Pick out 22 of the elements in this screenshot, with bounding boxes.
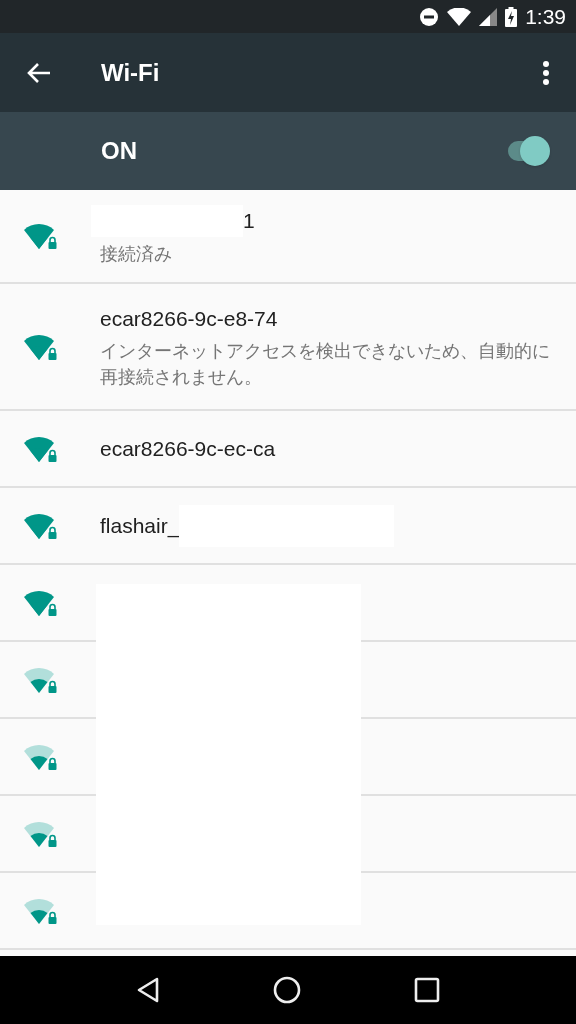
cell-signal-icon xyxy=(479,7,498,26)
back-arrow-icon xyxy=(26,60,52,85)
screen-title: Wi-Fi xyxy=(101,57,161,88)
home-circle-icon xyxy=(273,976,301,1004)
switch-label: ON xyxy=(101,136,138,166)
recents-square-icon xyxy=(413,977,440,1003)
network-item[interactable]: ecar8266-9c-ec-ca xyxy=(0,411,576,488)
more-options-icon xyxy=(542,59,550,86)
battery-charging-icon xyxy=(505,6,518,27)
network-item[interactable]: 1 接続済み xyxy=(0,190,576,284)
network-item[interactable]: ecar8266-9c-e8-74 インターネットアクセスを検出できないため、自動的に再接続されません。 xyxy=(0,284,576,411)
network-item[interactable]: flashair_ xyxy=(0,488,576,565)
clock: 1:39 xyxy=(525,3,566,30)
do-not-disturb-icon xyxy=(419,6,440,27)
network-status: インターネットアクセスを検出できないため、自動的に再接続されません。 xyxy=(100,340,551,390)
network-name: flashair_ xyxy=(100,512,180,540)
network-status: 接続済み xyxy=(100,243,173,266)
network-name: 1 xyxy=(243,208,255,235)
network-name: ecar8266-9c-ec-ca xyxy=(100,435,276,462)
network-name: ecar8266-9c-e8-74 xyxy=(100,305,278,332)
wifi-status-icon xyxy=(447,7,472,26)
back-triangle-icon xyxy=(136,977,161,1003)
